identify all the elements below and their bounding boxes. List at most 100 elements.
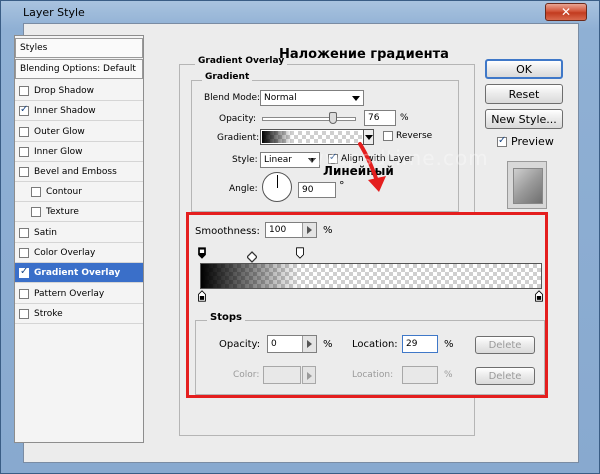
style-value: Linear bbox=[264, 155, 292, 165]
sidebar-item-contour[interactable]: Contour bbox=[15, 182, 143, 202]
chevron-right-icon bbox=[307, 226, 312, 234]
stop-color-location-input[interactable] bbox=[402, 366, 438, 384]
preview-swatch bbox=[513, 168, 543, 204]
style-preview bbox=[507, 161, 547, 209]
close-icon: ✕ bbox=[560, 5, 572, 19]
sidebar-item-label: Texture bbox=[46, 206, 79, 217]
smoothness-label: Smoothness: bbox=[195, 226, 260, 237]
angle-degree: ° bbox=[339, 179, 345, 192]
heading-annotation: Наложение градиента bbox=[279, 47, 449, 62]
delete-color-stop-button[interactable]: Delete bbox=[475, 367, 535, 385]
delete-opacity-stop-button[interactable]: Delete bbox=[475, 336, 535, 354]
stop-opacity-value: 0 bbox=[271, 339, 277, 349]
smoothness-value: 100 bbox=[269, 225, 287, 235]
stop-location-percent: % bbox=[444, 339, 454, 350]
angle-input-value: 90 bbox=[302, 185, 314, 195]
reset-button[interactable]: Reset bbox=[485, 84, 563, 104]
stop-color-location-percent: % bbox=[444, 370, 453, 380]
opacity-stop-selected[interactable] bbox=[295, 247, 305, 259]
stop-color-location-label: Location: bbox=[352, 370, 394, 380]
opacity-stop-left[interactable] bbox=[197, 247, 207, 259]
angle-input[interactable]: 90 bbox=[298, 182, 336, 198]
sidebar-item-drop-shadow[interactable]: Drop Shadow bbox=[15, 81, 143, 101]
blending-options-label: Blending Options: Default bbox=[20, 64, 136, 74]
sidebar-item-outer-glow[interactable]: Outer Glow bbox=[15, 122, 143, 142]
stop-color-arrow-button[interactable] bbox=[302, 366, 316, 384]
stop-location-label: Location: bbox=[352, 339, 398, 350]
sidebar-item-satin[interactable]: Satin bbox=[15, 223, 143, 243]
sidebar-item-inner-glow[interactable]: Inner Glow bbox=[15, 142, 143, 162]
smoothness-stepper[interactable] bbox=[302, 223, 316, 237]
title-bar[interactable]: Layer Style ✕ bbox=[1, 1, 600, 25]
new-style-button[interactable]: New Style... bbox=[485, 109, 563, 129]
sidebar-item-label: Contour bbox=[46, 186, 82, 197]
sidebar-item-texture[interactable]: Texture bbox=[15, 202, 143, 222]
outer-glow-checkbox[interactable] bbox=[19, 126, 29, 137]
stop-opacity-input[interactable]: 0 bbox=[267, 335, 317, 353]
sidebar-item-inner-shadow[interactable]: Inner Shadow bbox=[15, 101, 143, 121]
stop-location-value: 29 bbox=[406, 339, 418, 349]
bevel-emboss-checkbox[interactable] bbox=[19, 166, 29, 177]
sidebar-item-label: Pattern Overlay bbox=[34, 288, 105, 299]
gradient-group-title: Gradient bbox=[202, 72, 253, 82]
style-label: Style: bbox=[232, 155, 258, 165]
opacity-input[interactable]: 76 bbox=[364, 110, 396, 126]
gradient-editor-panel: Smoothness: 100 % Stops Opacity: 0 % Loc… bbox=[186, 212, 548, 398]
contour-checkbox[interactable] bbox=[31, 186, 41, 197]
angle-dial[interactable] bbox=[262, 172, 292, 202]
opacity-slider-track[interactable] bbox=[262, 117, 356, 121]
stops-group-title: Stops bbox=[207, 312, 245, 323]
color-overlay-checkbox[interactable] bbox=[19, 247, 29, 258]
inner-shadow-checkbox[interactable] bbox=[19, 104, 29, 116]
sidebar-item-stroke[interactable]: Stroke bbox=[15, 304, 143, 324]
chevron-down-icon bbox=[352, 96, 360, 101]
pattern-overlay-checkbox[interactable] bbox=[19, 288, 29, 299]
blending-options-item[interactable]: Blending Options: Default bbox=[15, 59, 143, 79]
stop-opacity-stepper[interactable] bbox=[302, 336, 316, 352]
drop-shadow-checkbox[interactable] bbox=[19, 85, 29, 96]
sidebar-item-gradient-overlay[interactable]: Gradient Overlay bbox=[15, 263, 143, 283]
gradient-bar[interactable] bbox=[201, 264, 541, 288]
delete-opacity-stop-label: Delete bbox=[488, 339, 522, 351]
styles-list: Styles Blending Options: Default Drop Sh… bbox=[14, 35, 144, 443]
inner-glow-checkbox[interactable] bbox=[19, 146, 29, 157]
delete-color-stop-label: Delete bbox=[488, 370, 522, 382]
gradient-preview-swatch bbox=[262, 131, 362, 143]
new-style-button-label: New Style... bbox=[491, 112, 557, 126]
sidebar-item-label: Satin bbox=[34, 227, 57, 238]
smoothness-percent: % bbox=[323, 225, 333, 236]
ok-button[interactable]: OK bbox=[485, 59, 563, 79]
sidebar-item-color-overlay[interactable]: Color Overlay bbox=[15, 243, 143, 263]
ok-button-label: OK bbox=[516, 62, 532, 76]
sidebar-item-label: Outer Glow bbox=[34, 126, 85, 137]
color-stop-right[interactable] bbox=[534, 290, 544, 302]
gradient-overlay-section-title: Gradient Overlay bbox=[195, 56, 288, 66]
preview-toggle[interactable]: Preview bbox=[497, 135, 554, 148]
preview-checkbox[interactable] bbox=[497, 135, 507, 147]
sidebar-item-bevel-emboss[interactable]: Bevel and Emboss bbox=[15, 162, 143, 182]
stroke-checkbox[interactable] bbox=[19, 308, 29, 319]
styles-header[interactable]: Styles bbox=[15, 38, 143, 58]
close-button[interactable]: ✕ bbox=[545, 3, 587, 21]
stop-opacity-label: Opacity: bbox=[219, 339, 261, 350]
sidebar-item-label: Gradient Overlay bbox=[34, 267, 121, 278]
sidebar-item-pattern-overlay[interactable]: Pattern Overlay bbox=[15, 284, 143, 304]
stop-color-swatch[interactable] bbox=[263, 366, 301, 384]
smoothness-input[interactable]: 100 bbox=[265, 222, 317, 238]
satin-checkbox[interactable] bbox=[19, 227, 29, 238]
color-stop-left[interactable] bbox=[197, 290, 207, 302]
midpoint-diamond[interactable] bbox=[247, 251, 257, 263]
opacity-percent: % bbox=[400, 113, 409, 123]
texture-checkbox[interactable] bbox=[31, 206, 41, 217]
stop-color-label: Color: bbox=[233, 370, 260, 380]
preview-label: Preview bbox=[511, 135, 554, 148]
window-title: Layer Style bbox=[23, 6, 85, 19]
stop-location-input[interactable]: 29 bbox=[402, 335, 438, 353]
sidebar-item-label: Stroke bbox=[34, 308, 63, 319]
blend-mode-select[interactable]: Normal bbox=[260, 90, 364, 106]
opacity-slider-thumb[interactable] bbox=[329, 112, 338, 124]
angle-dial-needle bbox=[277, 175, 278, 188]
styles-header-label: Styles bbox=[20, 43, 48, 53]
gradient-overlay-checkbox[interactable] bbox=[19, 266, 29, 278]
chevron-right-icon bbox=[307, 340, 312, 348]
